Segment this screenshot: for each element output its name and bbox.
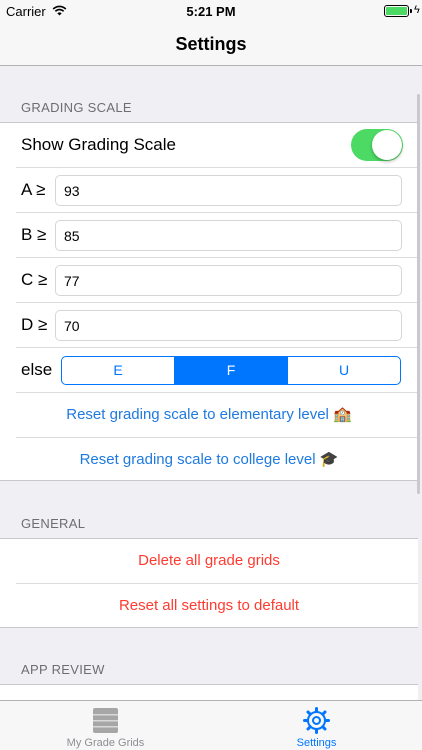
grade-label-d: D ≥ <box>21 315 48 334</box>
else-option-f[interactable]: F <box>175 357 288 384</box>
grade-row-c: C ≥ <box>0 258 418 303</box>
grade-threshold-c-input[interactable] <box>55 265 402 296</box>
gear-icon <box>303 707 330 734</box>
grade-row-a: A ≥ <box>0 168 418 213</box>
status-time: 5:21 PM <box>186 4 236 19</box>
tab-label-settings: Settings <box>296 737 337 749</box>
else-label: else <box>21 360 53 379</box>
reset-all-settings-button[interactable]: Reset all settings to default <box>119 597 299 614</box>
grade-threshold-b-input[interactable] <box>55 220 402 251</box>
else-grade-segmented-control[interactable]: E F U <box>61 356 401 385</box>
grade-label-c: C ≥ <box>21 270 48 289</box>
reset-elementary-row[interactable]: Reset grading scale to elementary level … <box>0 393 418 438</box>
navigation-bar: Settings <box>0 22 422 66</box>
grade-label-b: B ≥ <box>21 225 47 244</box>
section-header-app-review: APP REVIEW <box>21 662 105 677</box>
reset-elementary-button[interactable]: Reset grading scale to elementary level … <box>66 406 351 423</box>
else-grade-row: else E F U <box>0 348 418 393</box>
page-title: Settings <box>175 34 247 54</box>
reset-college-row[interactable]: Reset grading scale to college level 🎓 <box>0 438 418 483</box>
status-bar: Carrier 5:21 PM ϟ <box>0 0 422 22</box>
toggle-knob <box>372 130 402 160</box>
delete-all-grade-grids-button[interactable]: Delete all grade grids <box>138 552 280 569</box>
else-option-u[interactable]: U <box>288 357 400 384</box>
section-header-grading-scale: GRADING SCALE <box>21 100 132 115</box>
reset-college-button[interactable]: Reset grading scale to college level 🎓 <box>80 451 339 468</box>
grade-label-a: A ≥ <box>21 180 46 199</box>
reset-settings-row[interactable]: Reset all settings to default <box>0 584 418 629</box>
scroll-indicator <box>417 94 420 494</box>
show-grading-scale-row: Show Grading Scale <box>0 123 418 168</box>
general-group: Delete all grade grids Reset all setting… <box>0 538 418 628</box>
grade-row-b: B ≥ <box>0 213 418 258</box>
section-header-general: GENERAL <box>21 516 86 531</box>
delete-all-row[interactable]: Delete all grade grids <box>0 539 418 584</box>
grade-threshold-a-input[interactable] <box>55 175 402 206</box>
grading-scale-group: Show Grading Scale A ≥ B ≥ C ≥ D ≥ else … <box>0 122 418 481</box>
tab-my-grade-grids[interactable]: My Grade Grids <box>0 701 211 750</box>
grade-threshold-d-input[interactable] <box>55 310 402 341</box>
tab-bar: My Grade Grids Settings <box>0 700 422 750</box>
else-option-e[interactable]: E <box>62 357 175 384</box>
grid-icon <box>93 708 118 733</box>
battery-icon: ϟ <box>384 4 420 17</box>
grade-row-d: D ≥ <box>0 303 418 348</box>
show-grading-scale-toggle[interactable] <box>351 129 403 161</box>
tab-label-my-grade-grids: My Grade Grids <box>66 737 145 749</box>
show-grading-scale-label: Show Grading Scale <box>21 135 176 154</box>
tab-settings[interactable]: Settings <box>211 701 422 750</box>
